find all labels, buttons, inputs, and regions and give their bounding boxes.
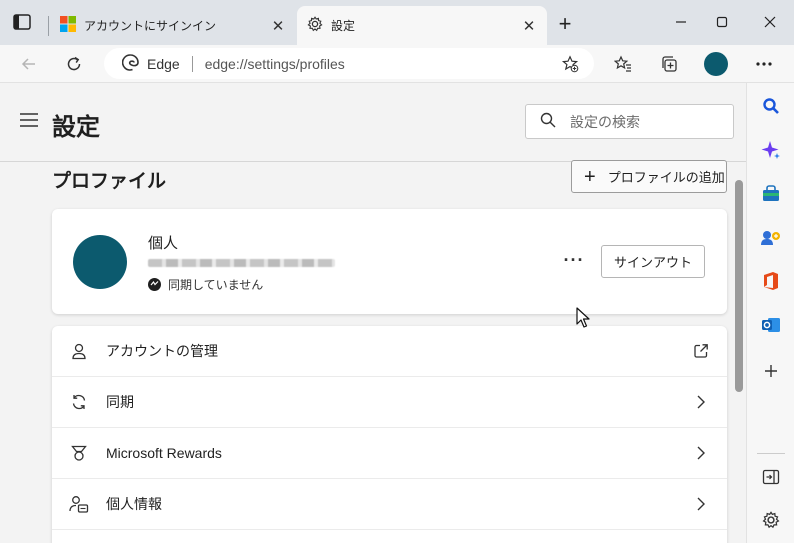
tab-separator (48, 16, 49, 36)
avatar (73, 235, 127, 289)
add-profile-label: プロファイルの追加 (607, 170, 725, 185)
edge-logo-icon (121, 53, 139, 74)
list-item-rewards[interactable]: Microsoft Rewards (52, 428, 727, 479)
mouse-cursor-icon (576, 307, 590, 329)
tab-strip: アカウントにサインイン ✕ 設定 ✕ + (0, 0, 794, 45)
collections-icon[interactable] (655, 50, 683, 78)
gear-icon (307, 16, 323, 35)
sync-status: 同期していません (148, 276, 263, 293)
chevron-right-icon (692, 495, 710, 513)
url-text[interactable]: edge://settings/profiles (205, 56, 345, 72)
personal-info-icon (68, 493, 90, 515)
profile-card: 個人 同期していません ··· サインアウト (52, 209, 727, 314)
tab-actions-icon[interactable] (12, 13, 34, 33)
page-scrollbar[interactable] (735, 180, 743, 392)
new-tab-button[interactable]: + (552, 11, 578, 37)
address-toolbar: Edge edge://settings/profiles (0, 45, 794, 83)
sign-out-button[interactable]: サインアウト (601, 245, 705, 278)
settings-icon[interactable] (758, 507, 784, 533)
add-favorite-icon[interactable] (561, 55, 579, 76)
sync-icon (68, 391, 90, 413)
split-screen-icon[interactable] (758, 464, 784, 490)
tab-close-icon[interactable]: ✕ (517, 14, 541, 38)
settings-header: 設定 (0, 83, 746, 162)
add-icon[interactable] (758, 358, 784, 384)
sidebar-divider (757, 453, 785, 454)
refresh-button[interactable] (60, 50, 88, 78)
tab-close-icon[interactable]: ✕ (266, 14, 290, 38)
list-item-manage-account[interactable]: アカウントの管理 (52, 326, 727, 377)
profile-more-button[interactable]: ··· (560, 246, 588, 274)
tab-title: 設定 (331, 19, 356, 33)
profiles-content: プロファイル + プロファイルの追加 個人 同期していません ··· サインアウ… (52, 160, 727, 543)
games-icon[interactable] (758, 224, 784, 250)
profile-email-redacted (148, 259, 335, 267)
list-item-label: 同期 (106, 394, 134, 410)
profile-avatar-button[interactable] (704, 52, 728, 76)
plus-icon: + (584, 165, 596, 188)
address-bar[interactable]: Edge edge://settings/profiles (104, 48, 594, 79)
back-button[interactable] (15, 50, 43, 78)
list-item-label: Microsoft Rewards (106, 445, 222, 461)
external-link-icon (692, 342, 710, 360)
shopping-icon[interactable] (758, 181, 784, 207)
tab-account-signin[interactable]: アカウントにサインイン ✕ (50, 6, 296, 45)
chevron-right-icon (692, 444, 710, 462)
profile-settings-list: アカウントの管理 同期 Microsoft Rewards 個人情報 (52, 326, 727, 543)
tab-settings[interactable]: 設定 ✕ (297, 6, 547, 45)
list-item-sync[interactable]: 同期 (52, 377, 727, 428)
rewards-icon (68, 442, 90, 464)
page-title: 設定 (52, 114, 100, 141)
sync-status-text: 同期していません (168, 278, 264, 292)
settings-page: 設定 プロファイル + プロファイルの追加 個人 同期していません ··· (0, 83, 746, 543)
sync-off-icon (148, 278, 161, 291)
person-icon (68, 340, 90, 362)
close-window-button[interactable] (748, 8, 792, 36)
minimize-button[interactable] (659, 8, 703, 36)
search-icon (540, 112, 556, 131)
more-menu-icon[interactable] (750, 50, 778, 78)
favorites-icon[interactable] (609, 50, 637, 78)
chevron-right-icon (692, 393, 710, 411)
copilot-icon[interactable] (758, 137, 784, 163)
site-identity-label: Edge (147, 55, 180, 72)
outlook-icon[interactable] (758, 312, 784, 338)
list-item-label: アカウントの管理 (106, 343, 218, 359)
divider (191, 55, 193, 72)
add-profile-button[interactable]: + プロファイルの追加 (571, 160, 727, 193)
hamburger-menu-icon[interactable] (20, 113, 38, 127)
search-input[interactable] (570, 113, 720, 130)
list-item-label: 個人情報 (106, 496, 162, 512)
edge-sidebar (746, 83, 794, 543)
search-icon[interactable] (758, 93, 784, 119)
profile-name: 個人 (148, 235, 179, 252)
list-item-personal-info[interactable]: 個人情報 (52, 479, 727, 530)
settings-search[interactable] (525, 104, 734, 139)
maximize-button[interactable] (700, 8, 744, 36)
office-icon[interactable] (758, 268, 784, 294)
section-title: プロファイル (52, 171, 167, 192)
microsoft-logo-icon (60, 16, 76, 35)
tab-title: アカウントにサインイン (84, 19, 217, 33)
